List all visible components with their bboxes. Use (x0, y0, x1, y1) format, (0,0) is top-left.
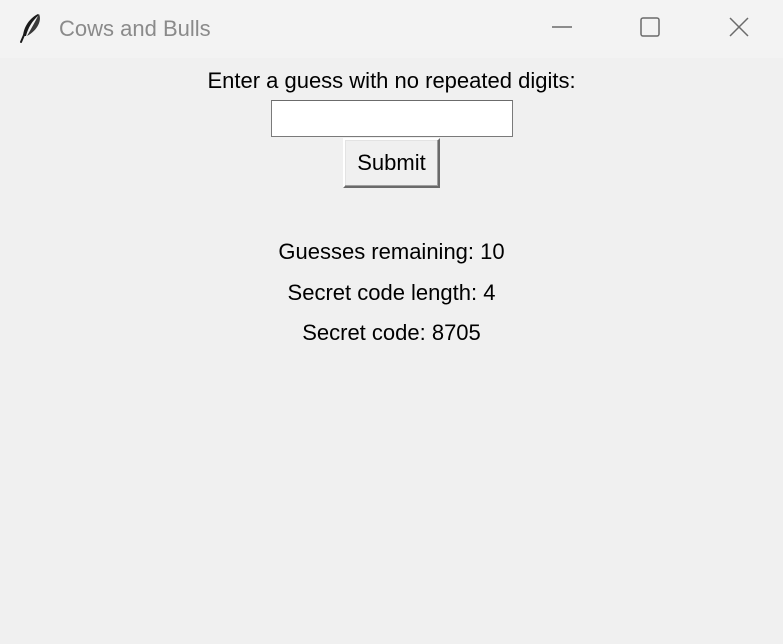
maximize-button[interactable] (605, 0, 695, 58)
guess-input[interactable] (271, 100, 513, 137)
minimize-button[interactable] (517, 0, 607, 58)
secret-code-label: Secret code: 8705 (302, 320, 481, 345)
submit-button[interactable]: Submit (343, 138, 440, 188)
window-title: Cows and Bulls (59, 16, 211, 41)
guess-prompt-label: Enter a guess with no repeated digits: (207, 68, 576, 93)
maximize-icon (639, 16, 661, 43)
app-window: Cows and Bulls Enter a guess with no rep… (0, 0, 783, 644)
close-icon (728, 16, 750, 43)
close-button[interactable] (694, 0, 783, 58)
title-bar[interactable]: Cows and Bulls (0, 0, 783, 58)
minimize-icon (551, 16, 573, 43)
main-content: Enter a guess with no repeated digits: S… (0, 58, 783, 644)
guesses-remaining-label: Guesses remaining: 10 (278, 239, 505, 264)
secret-code-length-label: Secret code length: 4 (287, 280, 496, 305)
feather-icon (18, 12, 44, 44)
